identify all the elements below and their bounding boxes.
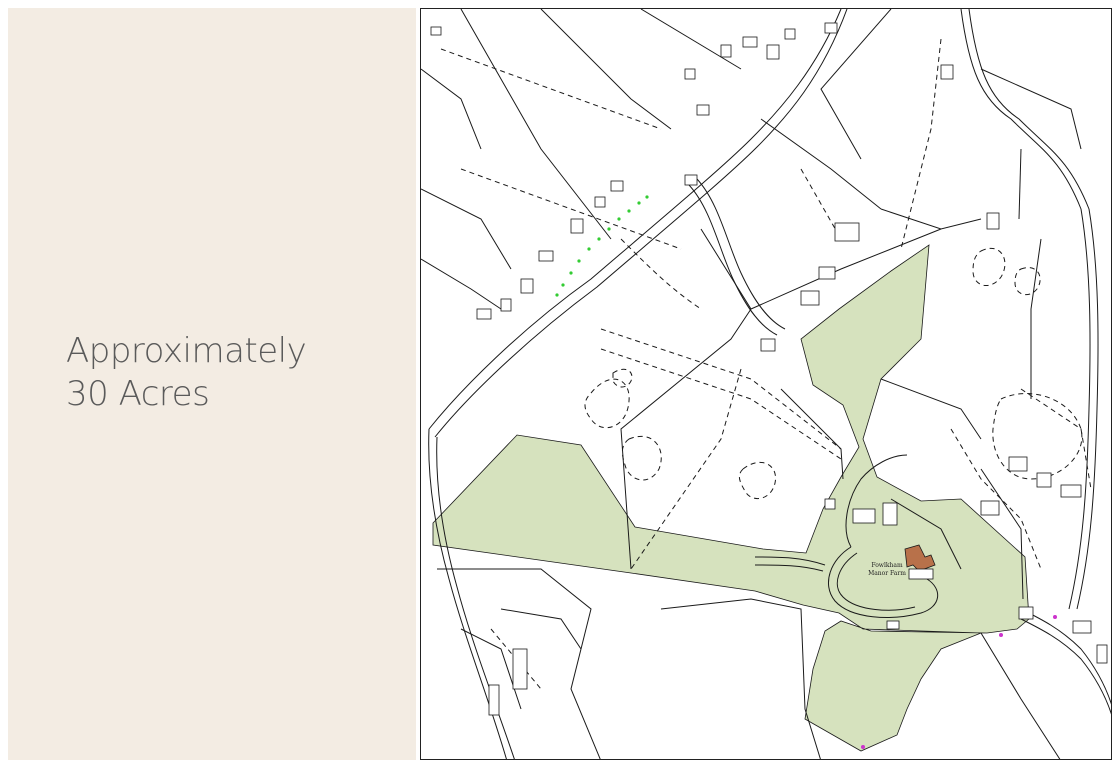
map-canvas: Fowlkham Manor Farm	[421, 9, 1111, 759]
acreage-line-2: 30 Acres	[66, 373, 210, 414]
farm-outbuilding	[908, 568, 934, 580]
roads	[428, 9, 1111, 759]
acreage-line-1: Approximately	[66, 331, 307, 371]
farm-name-line-2: Manor Farm	[868, 570, 906, 577]
field-boundaries	[421, 9, 1082, 759]
boundary-dots	[555, 195, 649, 297]
site-plan-map: Fowlkham Manor Farm	[420, 8, 1112, 760]
acreage-label: Approximately 30 Acres	[66, 330, 307, 416]
info-panel: Approximately 30 Acres	[8, 8, 416, 760]
farm-name-line-1: Fowlkham	[871, 562, 903, 569]
